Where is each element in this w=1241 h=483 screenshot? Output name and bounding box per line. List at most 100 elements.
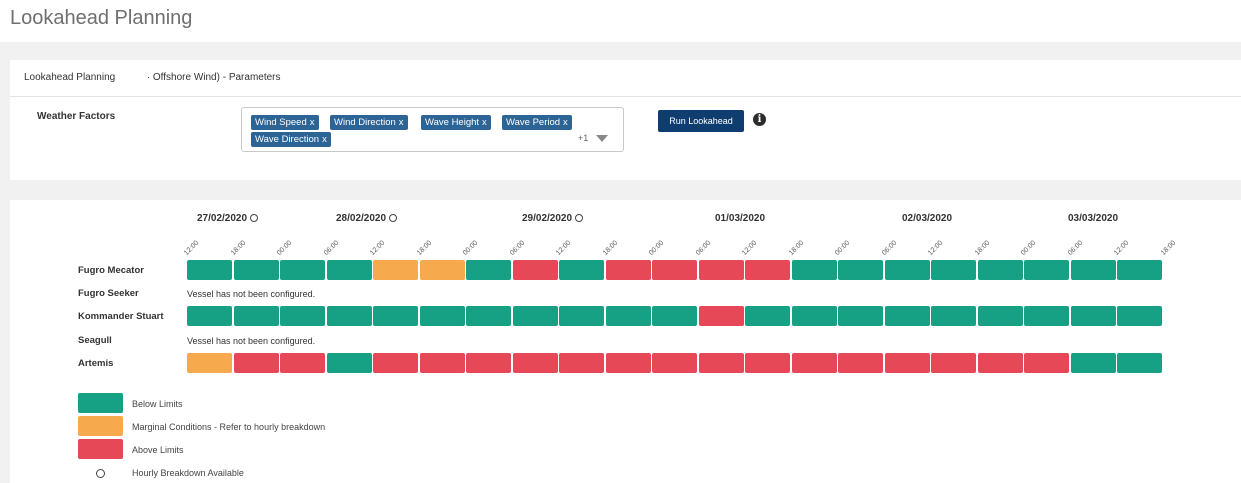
remove-tag-icon[interactable]: x <box>482 117 487 128</box>
legend-orange-swatch <box>78 416 123 436</box>
forecast-cell[interactable] <box>791 260 837 280</box>
forecast-cell[interactable] <box>187 353 232 373</box>
forecast-cell[interactable] <box>419 306 465 326</box>
forecast-cell[interactable] <box>791 353 837 373</box>
forecast-cell[interactable] <box>1117 353 1162 373</box>
vessel-name: Artemis <box>78 358 114 369</box>
forecast-cell[interactable] <box>326 353 372 373</box>
weather-tag-label: Wave Period <box>506 117 561 128</box>
forecast-cell[interactable] <box>884 353 930 373</box>
legend-marginal-label: Marginal Conditions - Refer to hourly br… <box>132 422 326 432</box>
breadcrumb-current: · Offshore Wind) - Parameters <box>146 72 281 83</box>
forecast-cell[interactable] <box>698 260 744 280</box>
forecast-cell[interactable] <box>1024 306 1069 326</box>
forecast-cell[interactable] <box>280 260 325 280</box>
forecast-cell[interactable] <box>419 353 465 373</box>
vessel-name: Fugro Seeker <box>78 288 139 299</box>
vessel-status-message: Vessel has not been configured. <box>187 336 316 346</box>
forecast-cell[interactable] <box>838 306 883 326</box>
forecast-cell[interactable] <box>931 353 976 373</box>
weather-tag-label: Wave Height <box>425 117 480 128</box>
remove-tag-icon[interactable]: x <box>563 117 568 128</box>
forecast-cell[interactable] <box>745 353 790 373</box>
legend-below-label: Below Limits <box>132 399 183 409</box>
forecast-cell[interactable] <box>652 353 697 373</box>
remove-tag-icon[interactable]: x <box>310 117 315 128</box>
clock-icon[interactable] <box>575 214 584 222</box>
remove-tag-icon[interactable]: x <box>399 117 404 128</box>
forecast-cell[interactable] <box>698 353 744 373</box>
forecast-cell[interactable] <box>466 306 511 326</box>
legend-hourly-label: Hourly Breakdown Available <box>132 468 244 478</box>
run-lookahead-button[interactable]: Run Lookahead <box>658 110 744 132</box>
forecast-cell[interactable] <box>233 353 279 373</box>
forecast-cell[interactable] <box>1070 353 1116 373</box>
forecast-cell[interactable] <box>187 260 232 280</box>
forecast-cell[interactable] <box>1117 306 1162 326</box>
forecast-cell[interactable] <box>512 353 558 373</box>
forecast-cell[interactable] <box>698 306 744 326</box>
info-icon[interactable]: i <box>753 113 766 126</box>
forecast-cell[interactable] <box>838 260 883 280</box>
vessel-status-message: Vessel has not been configured. <box>187 289 316 299</box>
forecast-cell[interactable] <box>884 306 930 326</box>
page-title: Lookahead Planning <box>10 7 193 29</box>
breadcrumb-root[interactable]: Lookahead Planning <box>24 72 115 83</box>
forecast-cell[interactable] <box>559 260 604 280</box>
forecast-cell[interactable] <box>605 260 651 280</box>
forecast-cell[interactable] <box>884 260 930 280</box>
forecast-cell[interactable] <box>419 260 465 280</box>
forecast-cell[interactable] <box>745 306 790 326</box>
forecast-cell[interactable] <box>652 306 697 326</box>
forecast-cell[interactable] <box>931 306 976 326</box>
weather-tag: Wind Direction x <box>330 115 408 130</box>
forecast-cell[interactable] <box>1024 260 1069 280</box>
forecast-cell[interactable] <box>977 306 1023 326</box>
forecast-cell[interactable] <box>559 353 604 373</box>
clock-icon[interactable] <box>250 214 259 222</box>
forecast-cell[interactable] <box>280 353 325 373</box>
forecast-cell[interactable] <box>652 260 697 280</box>
date-label: 03/03/2020 <box>1068 213 1118 224</box>
forecast-cell[interactable] <box>838 353 883 373</box>
legend-above-label: Above Limits <box>132 445 184 455</box>
forecast-cell[interactable] <box>373 306 418 326</box>
forecast-cell[interactable] <box>233 260 279 280</box>
date-label: 29/02/2020 <box>522 213 584 224</box>
remove-tag-icon[interactable]: x <box>322 134 327 145</box>
forecast-cell[interactable] <box>559 306 604 326</box>
forecast-cell[interactable] <box>1117 260 1162 280</box>
forecast-cell[interactable] <box>605 306 651 326</box>
weather-tag: Wave Height x <box>421 115 491 130</box>
forecast-cell[interactable] <box>977 260 1023 280</box>
forecast-cell[interactable] <box>373 260 418 280</box>
forecast-cell[interactable] <box>512 306 558 326</box>
forecast-cell[interactable] <box>466 260 511 280</box>
clock-icon[interactable] <box>389 214 398 222</box>
weather-tag: Wind Speed x <box>251 115 319 130</box>
forecast-cell[interactable] <box>1070 260 1116 280</box>
forecast-cell[interactable] <box>1024 353 1069 373</box>
forecast-cell[interactable] <box>373 353 418 373</box>
forecast-cell[interactable] <box>791 306 837 326</box>
forecast-cell[interactable] <box>233 306 279 326</box>
forecast-cell[interactable] <box>1070 306 1116 326</box>
chevron-down-icon[interactable] <box>596 135 608 142</box>
forecast-cell[interactable] <box>326 260 372 280</box>
date-text: 03/03/2020 <box>1068 213 1119 224</box>
weather-tag: Wave Period x <box>502 115 572 130</box>
legend-red-swatch <box>78 439 123 459</box>
forecast-cell[interactable] <box>466 353 511 373</box>
date-label: 27/02/2020 <box>197 213 259 224</box>
forecast-cell[interactable] <box>977 353 1023 373</box>
legend-green-swatch <box>78 393 123 413</box>
forecast-cell[interactable] <box>280 306 325 326</box>
date-text: 27/02/2020 <box>197 213 248 224</box>
forecast-cell[interactable] <box>512 260 558 280</box>
forecast-cell[interactable] <box>326 306 372 326</box>
forecast-cell[interactable] <box>931 260 976 280</box>
forecast-cell[interactable] <box>187 306 232 326</box>
forecast-cell[interactable] <box>745 260 790 280</box>
weather-tag-label: Wind Speed <box>255 117 307 128</box>
forecast-cell[interactable] <box>605 353 651 373</box>
